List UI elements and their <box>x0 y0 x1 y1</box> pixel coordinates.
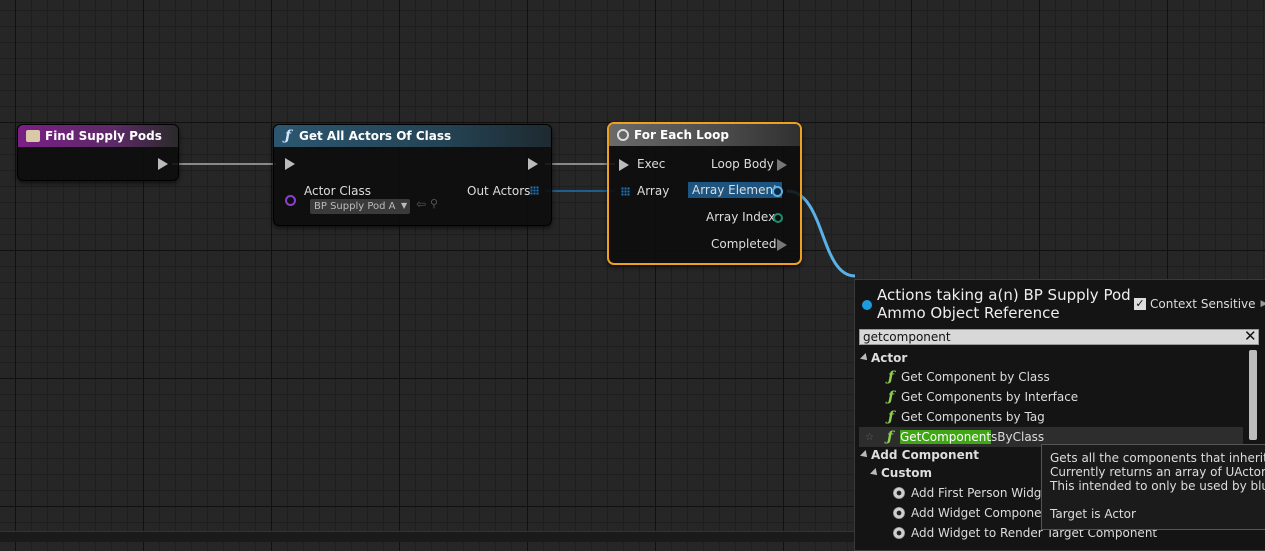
component-icon <box>893 487 905 499</box>
context-sensitive-label: Context Sensitive <box>1150 297 1256 311</box>
array-element-label: Array Element <box>688 182 782 198</box>
component-icon <box>893 507 905 519</box>
exec-out-pin[interactable] <box>158 158 168 170</box>
chevron-down-icon: ▼ <box>401 201 408 210</box>
macro-collapsed-icon <box>26 130 40 142</box>
use-selected-arrow-icon[interactable]: ⇦ <box>416 197 426 211</box>
array-element-pin[interactable] <box>772 186 783 197</box>
out-actors-label: Out Actors <box>467 184 531 198</box>
array-grid-pin[interactable] <box>621 187 630 196</box>
expand-arrow-icon <box>860 450 870 460</box>
favorite-star-icon[interactable]: ☆ <box>865 432 874 443</box>
expand-arrow-icon <box>860 353 870 363</box>
completed-pin[interactable] <box>777 239 787 251</box>
context-sensitive-checkbox[interactable]: ✓ <box>1134 298 1146 310</box>
array-index-label: Array Index <box>706 210 776 224</box>
context-sensitive-toggle[interactable]: ✓ Context Sensitive ▶ <box>1134 297 1265 311</box>
exec-label: Exec <box>637 157 666 171</box>
subcategory-custom[interactable]: Custom <box>870 463 932 483</box>
menu-title-line1: Actions taking a(n) BP Supply Pod <box>877 286 1131 304</box>
tooltip-line: Currently returns an array of UActorCom <box>1050 465 1265 479</box>
object-type-dot-icon <box>862 300 872 310</box>
list-item[interactable]: ƒ Get Components by Interface <box>885 387 1078 407</box>
array-wire <box>545 190 615 192</box>
function-icon: ƒ <box>887 389 895 405</box>
item-label: Add Widget Componen <box>911 506 1050 520</box>
item-label: Get Components by Interface <box>901 390 1079 404</box>
function-icon: ƒ <box>887 409 895 425</box>
actor-class-dropdown[interactable]: BP Supply Pod A <box>310 199 410 214</box>
item-label-highlight: GetComponent <box>899 430 992 444</box>
list-item[interactable]: Add First Person Widge <box>893 483 1049 503</box>
menu-title-line2: Ammo Object Reference <box>877 304 1060 322</box>
function-icon: ƒ <box>284 128 292 144</box>
category-label: Add Component <box>871 448 979 462</box>
node-title: Find Supply Pods <box>45 129 162 143</box>
action-tooltip: Gets all the components that inherit fro… <box>1041 444 1265 530</box>
completed-label: Completed <box>711 237 777 251</box>
exec-out-pin[interactable] <box>528 158 538 170</box>
expand-arrow-icon <box>870 468 880 478</box>
list-item[interactable]: ƒ Get Components by Tag <box>885 407 1045 427</box>
for-each-loop-header: For Each Loop <box>609 124 800 146</box>
tooltip-line: Gets all the components that inherit fro… <box>1050 451 1265 465</box>
exec-wire-2 <box>545 163 615 165</box>
node-title: Get All Actors Of Class <box>299 129 452 143</box>
triangle-right-icon: ▶ <box>1260 299 1265 309</box>
exec-in-pin[interactable] <box>285 158 295 170</box>
node-title: For Each Loop <box>634 128 729 142</box>
array-index-pin[interactable] <box>773 213 783 223</box>
get-all-actors-header: ƒ Get All Actors Of Class <box>274 125 551 147</box>
item-label-rest: sByClass <box>991 430 1045 444</box>
actor-class-pin[interactable] <box>285 195 296 206</box>
item-label: Add First Person Widge <box>911 486 1049 500</box>
find-supply-pods-node[interactable]: Find Supply Pods <box>17 124 179 181</box>
item-label: Get Component by Class <box>901 370 1050 384</box>
exec-in-pin[interactable] <box>619 159 629 171</box>
bottom-panel-edge <box>0 531 854 542</box>
item-label: Get Components by Tag <box>901 410 1045 424</box>
list-item[interactable]: Add Widget Componen <box>893 503 1049 523</box>
clear-search-icon[interactable]: ✕ <box>1244 327 1257 345</box>
component-icon <box>893 527 905 539</box>
get-all-actors-node[interactable]: ƒ Get All Actors Of Class Actor Class BP… <box>273 124 552 226</box>
menu-title: Actions taking a(n) BP Supply Pod Ammo O… <box>877 286 1131 322</box>
function-icon: ƒ <box>886 429 893 445</box>
function-icon: ƒ <box>887 369 895 385</box>
tooltip-line: This intended to only be used by bluepri <box>1050 479 1265 493</box>
category-add-component[interactable]: Add Component <box>860 445 979 465</box>
loop-body-pin[interactable] <box>777 159 787 171</box>
macro-clock-icon <box>617 129 629 141</box>
category-actor[interactable]: Actor <box>860 348 908 368</box>
browse-search-icon[interactable]: ⚲ <box>430 197 438 210</box>
actor-class-value: BP Supply Pod A <box>314 201 396 212</box>
tooltip-target: Target is Actor <box>1050 507 1136 521</box>
subcategory-label: Custom <box>881 466 932 480</box>
array-label: Array <box>637 184 670 198</box>
action-list-scrollbar[interactable] <box>1249 350 1257 440</box>
exec-wire-1 <box>172 163 276 165</box>
list-item[interactable]: ƒ Get Component by Class <box>885 367 1050 387</box>
for-each-loop-node[interactable]: For Each Loop Exec Array Loop Body Array… <box>607 122 802 265</box>
loop-body-label: Loop Body <box>711 157 774 171</box>
actor-class-label: Actor Class <box>304 184 371 198</box>
category-label: Actor <box>871 351 908 365</box>
array-grid-pin[interactable] <box>530 186 539 195</box>
action-search-input[interactable] <box>859 329 1259 345</box>
find-supply-pods-header: Find Supply Pods <box>18 125 178 147</box>
